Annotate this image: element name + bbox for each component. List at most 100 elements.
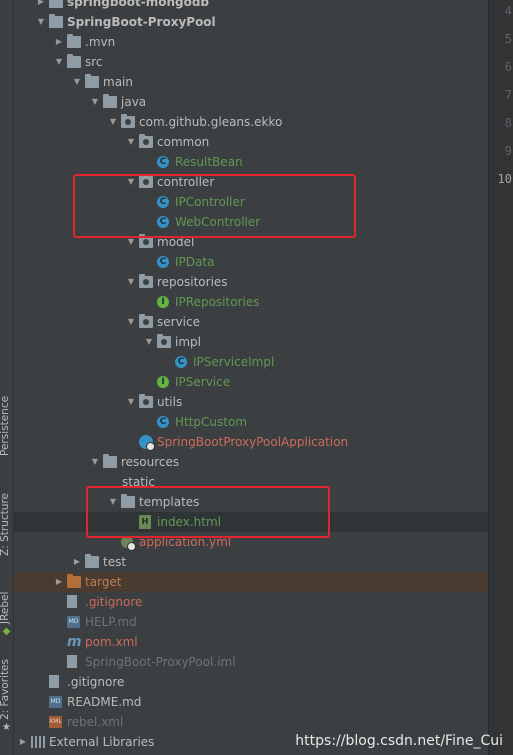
line-number: 4 xyxy=(504,4,512,18)
collapse-arrow-icon[interactable]: ▶ xyxy=(54,32,64,52)
tree-item[interactable]: ▶ test xyxy=(14,552,488,572)
left-tool-strip: Persistence Z: Structure JRebel ◆ 2: Fav… xyxy=(0,0,14,755)
favorites-tab[interactable]: 2: Favorites xyxy=(0,656,13,720)
folder-icon xyxy=(67,54,81,68)
structure-tab[interactable]: Z: Structure xyxy=(0,488,13,556)
persistence-tab[interactable]: Persistence xyxy=(0,392,13,456)
tree-item[interactable]: MD HELP.md xyxy=(14,612,488,632)
tree-item-label: IPData xyxy=(175,255,215,269)
tree-item[interactable]: ▼ java xyxy=(14,92,488,112)
expand-arrow-icon[interactable]: ▼ xyxy=(72,72,82,92)
maven-icon: m xyxy=(67,634,82,650)
tree-item[interactable]: ▶ target xyxy=(14,572,488,592)
line-number: 6 xyxy=(504,60,512,74)
tree-item-label: rebel.xml xyxy=(67,715,124,729)
tree-item[interactable]: ▼ com.github.gleans.ekko xyxy=(14,112,488,132)
tree-item[interactable]: C HttpCustom xyxy=(14,412,488,432)
folder-icon xyxy=(67,34,81,48)
tree-item[interactable]: ▶ springboot-mongodb xyxy=(14,0,488,12)
package-icon xyxy=(139,134,153,148)
tree-item-label: .gitignore xyxy=(67,675,125,689)
tree-item-label: ResultBean xyxy=(175,155,243,169)
collapse-arrow-icon[interactable]: ▶ xyxy=(18,732,28,752)
tree-item[interactable]: ▼ src xyxy=(14,52,488,72)
tree-item[interactable]: ▼ main xyxy=(14,72,488,92)
expand-arrow-icon[interactable]: ▼ xyxy=(36,12,46,32)
tree-item[interactable]: ▼ impl xyxy=(14,332,488,352)
package-icon xyxy=(121,114,135,128)
tree-item-label: SpringBoot-ProxyPool.iml xyxy=(85,655,236,669)
package-icon xyxy=(139,314,153,328)
tree-item-label: External Libraries xyxy=(49,735,155,749)
tree-item-label: repositories xyxy=(157,275,228,289)
tree-item[interactable]: ▼ common xyxy=(14,132,488,152)
tree-item-label: utils xyxy=(157,395,183,409)
folder-icon xyxy=(103,454,117,468)
expand-arrow-icon[interactable]: ▼ xyxy=(108,112,118,132)
tree-item[interactable]: C IPServiceImpl xyxy=(14,352,488,372)
interface-icon: I xyxy=(157,296,169,308)
tree-item[interactable]: ▼ service xyxy=(14,312,488,332)
tree-item[interactable]: ▼ resources xyxy=(14,452,488,472)
tree-item[interactable]: ▼ SpringBoot-ProxyPool xyxy=(14,12,488,32)
tree-item-label: common xyxy=(157,135,210,149)
collapse-arrow-icon[interactable]: ▶ xyxy=(36,0,46,12)
tree-item[interactable]: .gitignore xyxy=(14,672,488,692)
class-icon: C xyxy=(157,416,169,428)
project-tree[interactable]: ▶ springboot-mongodb ▼ SpringBoot-ProxyPool… xyxy=(14,0,488,755)
tree-item[interactable]: I IPService xyxy=(14,372,488,392)
expand-arrow-icon[interactable]: ▼ xyxy=(90,92,100,112)
tree-item-label: service xyxy=(157,315,200,329)
tree-item[interactable]: MD README.md xyxy=(14,692,488,712)
tree-item[interactable]: ▶ .mvn xyxy=(14,32,488,52)
controller-highlight-box xyxy=(73,174,356,238)
tree-item-label: IPRepositories xyxy=(175,295,260,309)
markdown-file-icon: MD xyxy=(49,696,62,708)
expand-arrow-icon[interactable]: ▼ xyxy=(54,52,64,72)
line-number: 7 xyxy=(504,88,512,102)
tree-item-label: src xyxy=(85,55,103,69)
tree-item-label: HttpCustom xyxy=(175,415,248,429)
tree-item-label: IPService xyxy=(175,375,231,389)
tree-item-label: impl xyxy=(175,335,201,349)
tree-item[interactable]: I IPRepositories xyxy=(14,292,488,312)
expand-arrow-icon[interactable]: ▼ xyxy=(126,392,136,412)
tree-item[interactable]: SpringBoot-ProxyPool.iml xyxy=(14,652,488,672)
expand-arrow-icon[interactable]: ▼ xyxy=(126,132,136,152)
expand-arrow-icon[interactable]: ▼ xyxy=(144,332,154,352)
expand-arrow-icon[interactable]: ▼ xyxy=(90,452,100,472)
tree-item[interactable]: C ResultBean xyxy=(14,152,488,172)
package-icon xyxy=(139,274,153,288)
tree-item[interactable]: .gitignore xyxy=(14,592,488,612)
jrebel-tab[interactable]: JRebel xyxy=(0,586,13,624)
tree-item[interactable]: ▼ utils xyxy=(14,392,488,412)
tree-item-label: pom.xml xyxy=(85,635,138,649)
library-icon xyxy=(31,736,45,748)
expand-arrow-icon[interactable]: ▼ xyxy=(126,312,136,332)
watermark-text: https://blog.csdn.net/Fine_Cui xyxy=(295,733,503,749)
tree-item-label: .mvn xyxy=(85,35,116,49)
expand-arrow-icon[interactable]: ▼ xyxy=(126,272,136,292)
tree-item-label: SpringBootProxyPoolApplication xyxy=(157,435,349,449)
line-number: 10 xyxy=(497,172,512,186)
tree-item-label: test xyxy=(103,555,127,569)
file-icon xyxy=(67,595,77,608)
spring-boot-class-icon xyxy=(139,435,155,451)
package-icon xyxy=(157,334,171,348)
tree-item[interactable]: m pom.xml xyxy=(14,632,488,652)
tree-item-label: HELP.md xyxy=(85,615,137,629)
tree-item-label: SpringBoot-ProxyPool xyxy=(67,15,216,29)
tree-item[interactable]: C IPData xyxy=(14,252,488,272)
file-icon xyxy=(67,655,77,668)
class-icon: C xyxy=(157,256,169,268)
favorites-star-icon: ★ xyxy=(2,722,11,733)
line-number: 9 xyxy=(504,144,512,158)
tree-item[interactable]: SpringBootProxyPoolApplication xyxy=(14,432,488,452)
folder-icon xyxy=(49,0,63,8)
collapse-arrow-icon[interactable]: ▶ xyxy=(72,552,82,572)
tree-item[interactable]: ▼ repositories xyxy=(14,272,488,292)
collapse-arrow-icon[interactable]: ▶ xyxy=(54,572,64,592)
tree-item-label: README.md xyxy=(67,695,142,709)
tree-item[interactable]: XML rebel.xml xyxy=(14,712,488,732)
class-icon: C xyxy=(157,156,169,168)
